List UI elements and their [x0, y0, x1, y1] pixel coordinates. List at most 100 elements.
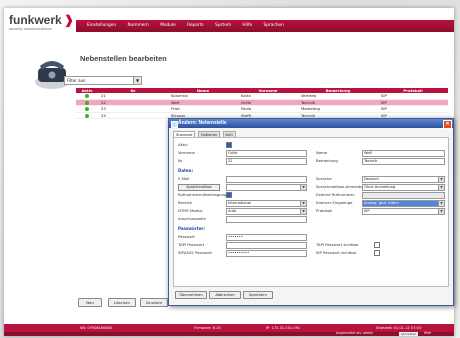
tapi-visible-label: TAPI Passwort sichtbar	[316, 242, 359, 247]
status-strip	[4, 319, 454, 323]
table-row-selected[interactable]: 22 Wolf Grille Technik SIP	[76, 99, 448, 107]
aktiv-checkbox[interactable]	[226, 142, 232, 148]
passwort-field[interactable]: •••••••	[226, 234, 307, 241]
logged-in-user: Angemeldet als: admin	[336, 331, 373, 335]
smb-login-label: Sprachmailbox-Anmeldung	[316, 184, 368, 189]
dialog-form: Aktiv Vorname Grille Name Wolf Nr 22 Bem…	[173, 137, 449, 287]
filter-value: Filter aus	[67, 78, 86, 83]
dialog-titlebar[interactable]: Ändern: Nebenstelle ✕	[169, 119, 453, 129]
externe-label: Externe Rufnummer	[316, 192, 355, 197]
passwords-section-heading: Passwörter:	[178, 226, 205, 231]
tapi-field[interactable]	[226, 242, 307, 249]
name-label: Name	[316, 150, 328, 155]
sip-visible-label: SIP Passwort sichtbar	[316, 250, 357, 255]
protokoll-value: SIP	[364, 209, 370, 213]
dialog-title: Ändern: Nebenstelle	[178, 120, 227, 126]
chevron-down-icon[interactable]: ▼	[300, 209, 306, 214]
menu-item-reports[interactable]: Reports	[182, 20, 208, 32]
edit-extension-dialog: Ändern: Nebenstelle ✕ Standard Optionen …	[168, 118, 454, 306]
nr-field[interactable]: 22	[226, 158, 307, 165]
dtmf-select[interactable]: Auto ▼	[226, 208, 307, 215]
new-button[interactable]: Neu	[78, 298, 102, 307]
chevron-down-icon[interactable]: ▼	[438, 201, 444, 206]
chevron-down-icon[interactable]: ▼	[300, 185, 306, 190]
name-field[interactable]: Wolf	[362, 150, 445, 157]
sip-visible-checkbox[interactable]	[374, 250, 380, 256]
rufnummer-checkbox[interactable]	[226, 192, 232, 198]
active-status-icon	[85, 94, 89, 99]
smb-login-value: Ohne Anmeldung	[364, 185, 396, 189]
eingaenge-select[interactable]: Analog, gezl. intern ▼	[362, 200, 445, 207]
vorname-field[interactable]: Grille	[226, 150, 307, 157]
email-field[interactable]	[226, 176, 307, 183]
delete-button[interactable]: Löschen	[108, 298, 136, 307]
dtmf-label: DTMF-Modus	[178, 208, 203, 213]
menu-item-sprachen[interactable]: Sprachen	[259, 20, 289, 32]
menu-item-system[interactable]: System	[210, 20, 236, 32]
menu-item-nummern[interactable]: Nummern	[122, 20, 153, 32]
bereich-value: International	[228, 201, 251, 205]
externe-field[interactable]	[362, 192, 445, 199]
logout-button[interactable]: Abmelden	[399, 331, 419, 336]
save-button[interactable]: Speichern	[243, 291, 273, 299]
dtmf-value: Auto	[228, 209, 237, 213]
cell-name: Wolf	[168, 99, 238, 107]
cancel-button[interactable]: Abbrechen	[209, 291, 241, 299]
sprache-select[interactable]: Deutsch ▼	[362, 176, 445, 183]
cell-bemerkung: Technik	[298, 99, 378, 107]
chevron-down-icon[interactable]: ▼	[438, 209, 444, 214]
protokoll-label: Protokoll	[316, 208, 333, 213]
sprachmailbox-select[interactable]: ▼	[226, 184, 307, 191]
cell-vorname: Paula	[238, 105, 298, 113]
rufnummer-label: Rufnummernübertragung	[178, 192, 227, 197]
apply-button[interactable]: Übernehmen	[175, 291, 207, 299]
start-time: Startzeit: 01.01.12 07:03	[376, 326, 422, 330]
bereich-select[interactable]: International ▼	[226, 200, 307, 207]
chevron-down-icon[interactable]: ▼	[438, 177, 444, 182]
menu-item-module[interactable]: Module	[155, 20, 181, 32]
smb-login-select[interactable]: Ohne Anmeldung ▼	[362, 184, 445, 191]
sip-label: SIP/IAX2 Passwort	[178, 250, 212, 255]
bemerkung-field[interactable]: Technik	[362, 158, 445, 165]
cell-name: Frisk	[168, 105, 238, 113]
status-bar: SN: 0Y50816880S Firmware: 6.20 IP: 172.3…	[4, 324, 454, 332]
help-link[interactable]: Hilfe	[424, 331, 431, 335]
cell-nr: 22	[98, 99, 168, 107]
bemerkung-label: Bemerkung	[316, 158, 338, 163]
page-title: Nebenstellen bearbeiten	[80, 54, 167, 63]
chevron-down-icon[interactable]: ▼	[133, 77, 141, 84]
daten-section-heading: Daten:	[178, 168, 194, 173]
cell-protokoll: SIP	[378, 99, 448, 107]
logo-area: funkwerk ❱ security communications	[4, 8, 76, 34]
active-status-icon	[85, 100, 89, 105]
cell-vorname: Grille	[238, 99, 298, 107]
chevron-down-icon[interactable]: ▼	[300, 201, 306, 206]
protokoll-select[interactable]: SIP ▼	[362, 208, 445, 215]
filter-select[interactable]: Filter aus ▼	[64, 76, 142, 85]
cell-nr: 23	[98, 105, 168, 113]
chevron-down-icon[interactable]: ▼	[438, 185, 444, 190]
menu-item-einstellungen[interactable]: Einstellungen	[82, 20, 121, 32]
firmware-version: Firmware: 6.20	[194, 326, 221, 330]
active-status-icon	[85, 107, 89, 112]
email-label: E-Mail	[178, 176, 190, 181]
serial-number: SN: 0Y50816880S	[80, 326, 113, 330]
dialog-window-icon	[171, 121, 178, 128]
nr-label: Nr	[178, 158, 183, 163]
print-button[interactable]: Drucken	[140, 298, 168, 307]
tapi-visible-checkbox[interactable]	[374, 242, 380, 248]
cell-bemerkung: Marketing	[298, 105, 378, 113]
menu-item-hilfe[interactable]: Hilfe	[237, 20, 257, 32]
cell-protokoll: SIP	[378, 105, 448, 113]
user-bar: Angemeldet als: admin Abmelden Hilfe	[4, 331, 454, 336]
aktiv-label: Aktiv	[178, 142, 188, 147]
anschluss-field[interactable]	[226, 216, 307, 223]
close-icon[interactable]: ✕	[443, 120, 452, 129]
sprachmailbox-button[interactable]: Sprachmailbox	[178, 184, 220, 191]
eingaenge-label: Interner Eingaenge	[316, 200, 353, 205]
extensions-table: Aktiv Nr Name Vorname Bemerkung Protokol…	[76, 88, 448, 120]
table-row[interactable]: 23 Frisk Paula Marketing SIP	[76, 105, 448, 113]
eingaenge-value: Analog, gezl. intern	[364, 201, 399, 205]
anschluss-label: Anschlusszeile	[178, 216, 206, 221]
sip-field[interactable]: ••••••••••	[226, 250, 307, 257]
